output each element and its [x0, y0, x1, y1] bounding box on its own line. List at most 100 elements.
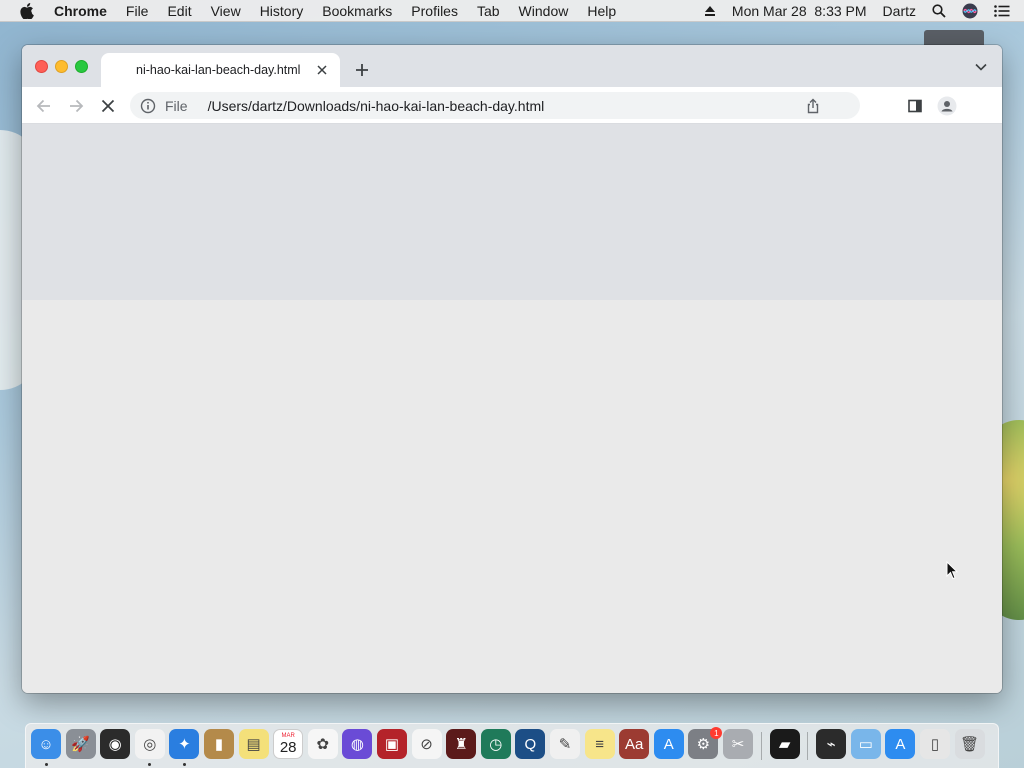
- menu-file[interactable]: File: [126, 3, 149, 19]
- dock-app-store-icon[interactable]: A: [653, 729, 684, 759]
- dictionary-glyph: Aa: [625, 735, 644, 753]
- safari-glyph: ✦: [178, 736, 191, 753]
- notification-center-icon[interactable]: [994, 4, 1010, 17]
- share-icon[interactable]: [806, 98, 820, 114]
- arrow-right-icon: [70, 99, 84, 113]
- window-zoom-button[interactable]: [75, 60, 88, 73]
- dock-game-app-icon[interactable]: ▰: [769, 729, 800, 759]
- news-glyph: ⊘: [420, 736, 433, 753]
- plus-icon: [356, 64, 368, 76]
- launchpad-glyph: 🚀: [71, 736, 90, 753]
- menu-bar: Chrome File Edit View History Bookmarks …: [0, 0, 1024, 22]
- siri-icon[interactable]: [962, 3, 978, 19]
- profile-button[interactable]: [937, 96, 957, 116]
- tab-close-icon[interactable]: [314, 62, 330, 78]
- dock-app-store-2-icon[interactable]: A: [885, 729, 916, 759]
- dock-photos-icon[interactable]: ✿: [307, 729, 338, 759]
- dock-news-icon[interactable]: ⊘: [411, 729, 442, 759]
- chrome-glyph: ◎: [143, 736, 157, 753]
- menu-help[interactable]: Help: [587, 3, 616, 19]
- chrome-window: ni-hao-kai-lan-beach-day.html File /User…: [22, 45, 1002, 693]
- page-content-loading-area: [22, 124, 1002, 300]
- dock-calendar-icon[interactable]: MAR 28: [273, 729, 304, 759]
- dock-safari-icon[interactable]: ✦: [169, 729, 200, 759]
- dock-activity-monitor-icon[interactable]: ⌁: [816, 729, 847, 759]
- address-bar[interactable]: File /Users/dartz/Downloads/ni-hao-kai-l…: [130, 92, 860, 119]
- tab-strip: ni-hao-kai-lan-beach-day.html: [22, 45, 1002, 87]
- dock-separator: [807, 732, 809, 760]
- menu-app-name[interactable]: Chrome: [54, 3, 107, 19]
- menu-history[interactable]: History: [260, 3, 304, 19]
- dock-notes-icon[interactable]: ≡: [584, 729, 615, 759]
- tab-active[interactable]: ni-hao-kai-lan-beach-day.html: [101, 53, 340, 87]
- new-tab-button[interactable]: [352, 60, 372, 80]
- calendar-day-label: 28: [279, 738, 297, 756]
- menu-view[interactable]: View: [211, 3, 241, 19]
- dashboard-glyph: ◉: [108, 736, 122, 753]
- profile-avatar-icon: [937, 96, 957, 116]
- trash-glyph: 🗑: [960, 736, 980, 753]
- photo-booth-glyph: ▣: [384, 736, 400, 753]
- page-content-area: [22, 300, 1002, 693]
- menubar-status-area: Mon Mar 28 8:33 PM Dartz: [704, 3, 1024, 19]
- eject-icon[interactable]: [704, 5, 716, 17]
- browser-toolbar: File /Users/dartz/Downloads/ni-hao-kai-l…: [22, 87, 1002, 124]
- contacts-glyph: ▮: [214, 736, 224, 753]
- dock-running-indicator: [148, 763, 152, 766]
- menubar-clock[interactable]: Mon Mar 28 8:33 PM: [732, 3, 867, 19]
- utilities-glyph: ✂: [731, 736, 745, 753]
- forward-button[interactable]: [66, 96, 86, 116]
- menubar-user-name[interactable]: Dartz: [883, 3, 916, 19]
- menu-bookmarks[interactable]: Bookmarks: [322, 3, 392, 19]
- dock-separator: [760, 732, 762, 760]
- side-panel-button[interactable]: [905, 96, 925, 116]
- dock-quicktime-icon[interactable]: Q: [515, 729, 546, 759]
- dock-running-indicator: [44, 763, 48, 766]
- tab-search-chevron-down-icon[interactable]: [974, 62, 988, 72]
- menu-edit[interactable]: Edit: [167, 3, 191, 19]
- photos-glyph: ✿: [316, 736, 330, 753]
- stickies-glyph: ▤: [246, 736, 261, 753]
- app-store-glyph: A: [663, 735, 674, 753]
- dock-running-indicator: [182, 763, 186, 766]
- dock-badge: 1: [710, 727, 723, 739]
- dock-photo-booth-icon[interactable]: ▣: [377, 729, 407, 759]
- dock-trash-icon[interactable]: 🗑: [954, 729, 985, 759]
- apple-icon[interactable]: [20, 2, 34, 19]
- dock-finder-icon[interactable]: ☺: [31, 729, 61, 759]
- dock-time-machine-icon[interactable]: ◷: [480, 729, 511, 759]
- window-close-button[interactable]: [35, 60, 48, 73]
- dock-contacts-icon[interactable]: ▮: [204, 729, 234, 759]
- folder-glyph: ▭: [858, 736, 873, 753]
- app-store-2-glyph: A: [895, 735, 906, 753]
- dock: ☺ 🚀 ◉ ◎ ✦ ▮ ▤ MAR 28 ✿ ◍ ▣ ⊘ ♜ ◷ Q ✎ ≡ Aa A ⚙ 1 ✂ ▰ ⌁ ▭ A ▯ 🗑: [25, 723, 999, 768]
- menu-window[interactable]: Window: [519, 3, 569, 19]
- site-info-icon[interactable]: [140, 98, 156, 114]
- window-minimize-button[interactable]: [55, 60, 68, 73]
- spotlight-search-icon[interactable]: [932, 3, 946, 18]
- game-app-glyph: ▰: [778, 736, 791, 753]
- tab-title: ni-hao-kai-lan-beach-day.html: [136, 63, 301, 77]
- stop-loading-button[interactable]: [98, 96, 118, 116]
- dock-textedit-icon[interactable]: ✎: [550, 729, 580, 759]
- menu-tab[interactable]: Tab: [477, 3, 500, 19]
- menu-profiles[interactable]: Profiles: [411, 3, 458, 19]
- notes-glyph: ≡: [595, 735, 604, 753]
- back-button[interactable]: [34, 96, 54, 116]
- dock-dashboard-icon[interactable]: ◉: [100, 729, 131, 759]
- activity-monitor-glyph: ⌁: [826, 736, 836, 753]
- url-scheme-label: File: [165, 97, 188, 114]
- dock-utilities-icon[interactable]: ✂: [723, 729, 753, 759]
- dock-siri-icon[interactable]: ◍: [342, 729, 373, 759]
- dock-folder-icon[interactable]: ▭: [850, 729, 881, 759]
- dock-documents-icon[interactable]: ▯: [920, 729, 950, 759]
- dock-chrome-icon[interactable]: ◎: [134, 729, 165, 759]
- close-x-icon: [101, 99, 115, 113]
- dock-dictionary-icon[interactable]: Aa: [619, 729, 650, 759]
- dock-chess-icon[interactable]: ♜: [446, 729, 477, 759]
- finder-glyph: ☺: [38, 735, 54, 753]
- textedit-glyph: ✎: [558, 736, 572, 753]
- url-text[interactable]: /Users/dartz/Downloads/ni-hao-kai-lan-be…: [208, 98, 545, 114]
- dock-stickies-icon[interactable]: ▤: [238, 729, 269, 759]
- dock-launchpad-icon[interactable]: 🚀: [65, 729, 96, 759]
